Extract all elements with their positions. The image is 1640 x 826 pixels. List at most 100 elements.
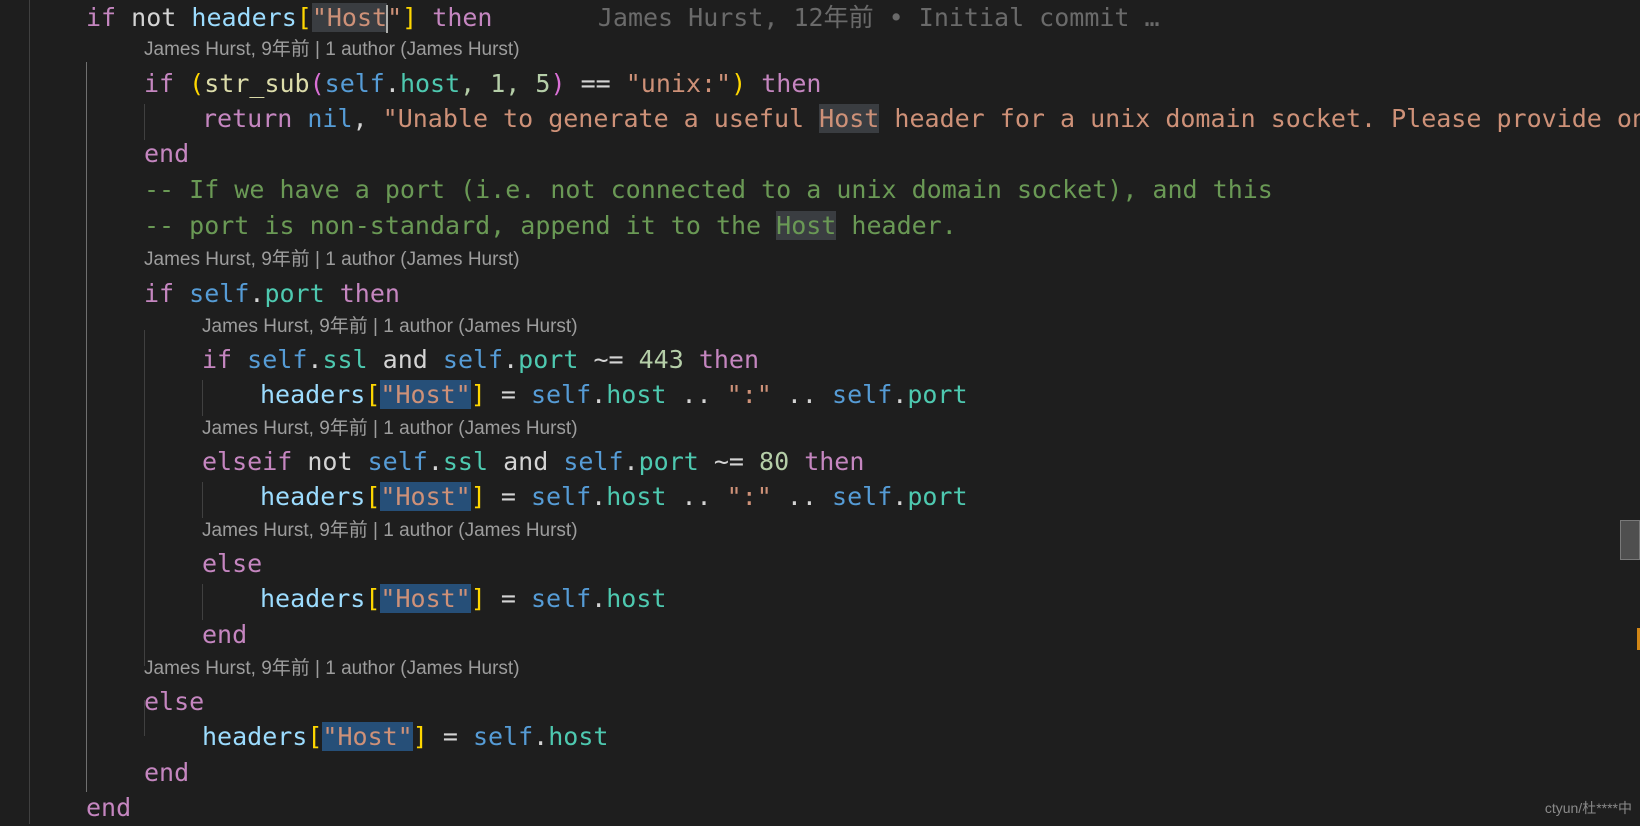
bracket: ) [550, 69, 566, 98]
keyword: not [307, 447, 353, 476]
code-line[interactable]: headers["Host"] = self.host [0, 719, 608, 755]
bracket: ) [731, 69, 747, 98]
identifier: headers [191, 3, 297, 32]
code-line[interactable]: headers["Host"] = self.host .. ":" .. se… [0, 479, 968, 515]
string-literal: " [387, 3, 403, 32]
bracket: ] [402, 3, 418, 32]
code-line[interactable]: if not headers["Host"] then James Hurst,… [0, 0, 1160, 36]
property: host [606, 482, 667, 511]
string-literal: ":" [726, 380, 772, 409]
inline-git-blame[interactable]: James Hurst, 12年前 • Initial commit … [598, 3, 1160, 32]
keyword: end [86, 793, 132, 822]
code-line[interactable]: -- If we have a port (i.e. not connected… [0, 172, 1273, 208]
self-keyword: self [324, 69, 385, 98]
property: port [264, 279, 325, 308]
operator: = [485, 380, 531, 409]
code-line[interactable]: end [0, 755, 189, 791]
bracket: [ [307, 722, 323, 751]
operator: . [427, 447, 443, 476]
bracket: ] [470, 584, 486, 613]
code-line[interactable]: headers["Host"] = self.host [0, 581, 666, 617]
codelens-author[interactable]: James Hurst, 9年前 | 1 author (James Hurst… [0, 656, 520, 682]
function-name: str_sub [204, 69, 310, 98]
property: port [518, 345, 579, 374]
bracket: [ [365, 584, 381, 613]
operator: . [249, 279, 265, 308]
self-keyword: self [442, 345, 504, 374]
code-line[interactable]: if (str_sub(self.host, 1, 5) == "unix:")… [0, 66, 821, 102]
keyword: else [202, 549, 263, 578]
string-literal: Host [819, 104, 880, 133]
keyword: then [698, 345, 760, 374]
operator: .. [771, 482, 833, 511]
keyword: then [339, 279, 400, 308]
operator: . [307, 345, 323, 374]
operator: ~= [578, 345, 639, 374]
comment: header. [836, 211, 957, 240]
code-line[interactable]: end [0, 136, 189, 172]
keyword: if [202, 345, 233, 374]
codelens-author[interactable]: James Hurst, 9年前 | 1 author (James Hurst… [0, 518, 578, 544]
operator: . [892, 482, 908, 511]
string-literal: "Host" [380, 584, 471, 613]
code-line[interactable]: -- port is non-standard, append it to th… [0, 208, 957, 244]
self-keyword: self [563, 447, 624, 476]
bracket: ( [189, 69, 205, 98]
self-keyword: self [832, 380, 893, 409]
self-keyword: self [530, 380, 592, 409]
keyword: elseif [202, 447, 293, 476]
code-line[interactable]: if self.port then [0, 276, 400, 312]
self-keyword: self [530, 584, 592, 613]
code-line[interactable]: return nil, "Unable to generate a useful… [0, 101, 1640, 137]
keyword: and [503, 447, 549, 476]
string-literal: "unix:" [625, 69, 732, 98]
comment: Host [776, 211, 837, 240]
code-line[interactable]: elseif not self.ssl and self.port ~= 80 … [0, 444, 864, 480]
self-keyword: self [530, 482, 592, 511]
operator: . [503, 345, 519, 374]
bracket: ] [470, 482, 486, 511]
keyword: end [202, 620, 248, 649]
identifier: headers [260, 380, 366, 409]
scrollbar-thumb[interactable] [1620, 520, 1640, 560]
code-line[interactable]: end [0, 617, 247, 653]
keyword: if [144, 279, 175, 308]
property: port [907, 380, 968, 409]
keyword: end [144, 758, 190, 787]
property: ssl [442, 447, 489, 476]
keyword: and [382, 345, 428, 374]
operator: . [533, 722, 549, 751]
keyword: end [144, 139, 190, 168]
keyword: return [202, 104, 293, 133]
keyword: then [432, 3, 493, 32]
code-line[interactable]: end [0, 790, 131, 826]
operator: .. [666, 380, 727, 409]
codelens-author[interactable]: James Hurst, 9年前 | 1 author (James Hurst… [0, 314, 578, 340]
code-editor[interactable]: if not headers["Host"] then James Hurst,… [0, 0, 1640, 824]
operator: . [384, 69, 400, 98]
keyword: if [86, 3, 117, 32]
bracket: [ [296, 3, 312, 32]
operator: ~= [698, 447, 760, 476]
code-line[interactable]: else [0, 684, 204, 720]
codelens-author[interactable]: James Hurst, 9年前 | 1 author (James Hurst… [0, 247, 520, 273]
code-line[interactable]: else [0, 546, 262, 582]
property: host [606, 380, 667, 409]
self-keyword: self [247, 345, 308, 374]
bracket: ] [470, 380, 486, 409]
codelens-author[interactable]: James Hurst, 9年前 | 1 author (James Hurst… [0, 37, 520, 63]
identifier: headers [260, 482, 366, 511]
bracket: ] [412, 722, 428, 751]
number-literal: 443 [638, 345, 684, 374]
nil-keyword: nil [307, 104, 353, 133]
operator: . [591, 584, 607, 613]
code-line[interactable]: headers["Host"] = self.host .. ":" .. se… [0, 377, 968, 413]
property: port [907, 482, 968, 511]
operator: = [485, 584, 531, 613]
operator: == [565, 69, 626, 98]
codelens-author[interactable]: James Hurst, 9年前 | 1 author (James Hurst… [0, 416, 578, 442]
code-line[interactable]: if self.ssl and self.port ~= 443 then [0, 342, 759, 378]
property: port [638, 447, 699, 476]
identifier: headers [260, 584, 366, 613]
bracket: ( [309, 69, 325, 98]
